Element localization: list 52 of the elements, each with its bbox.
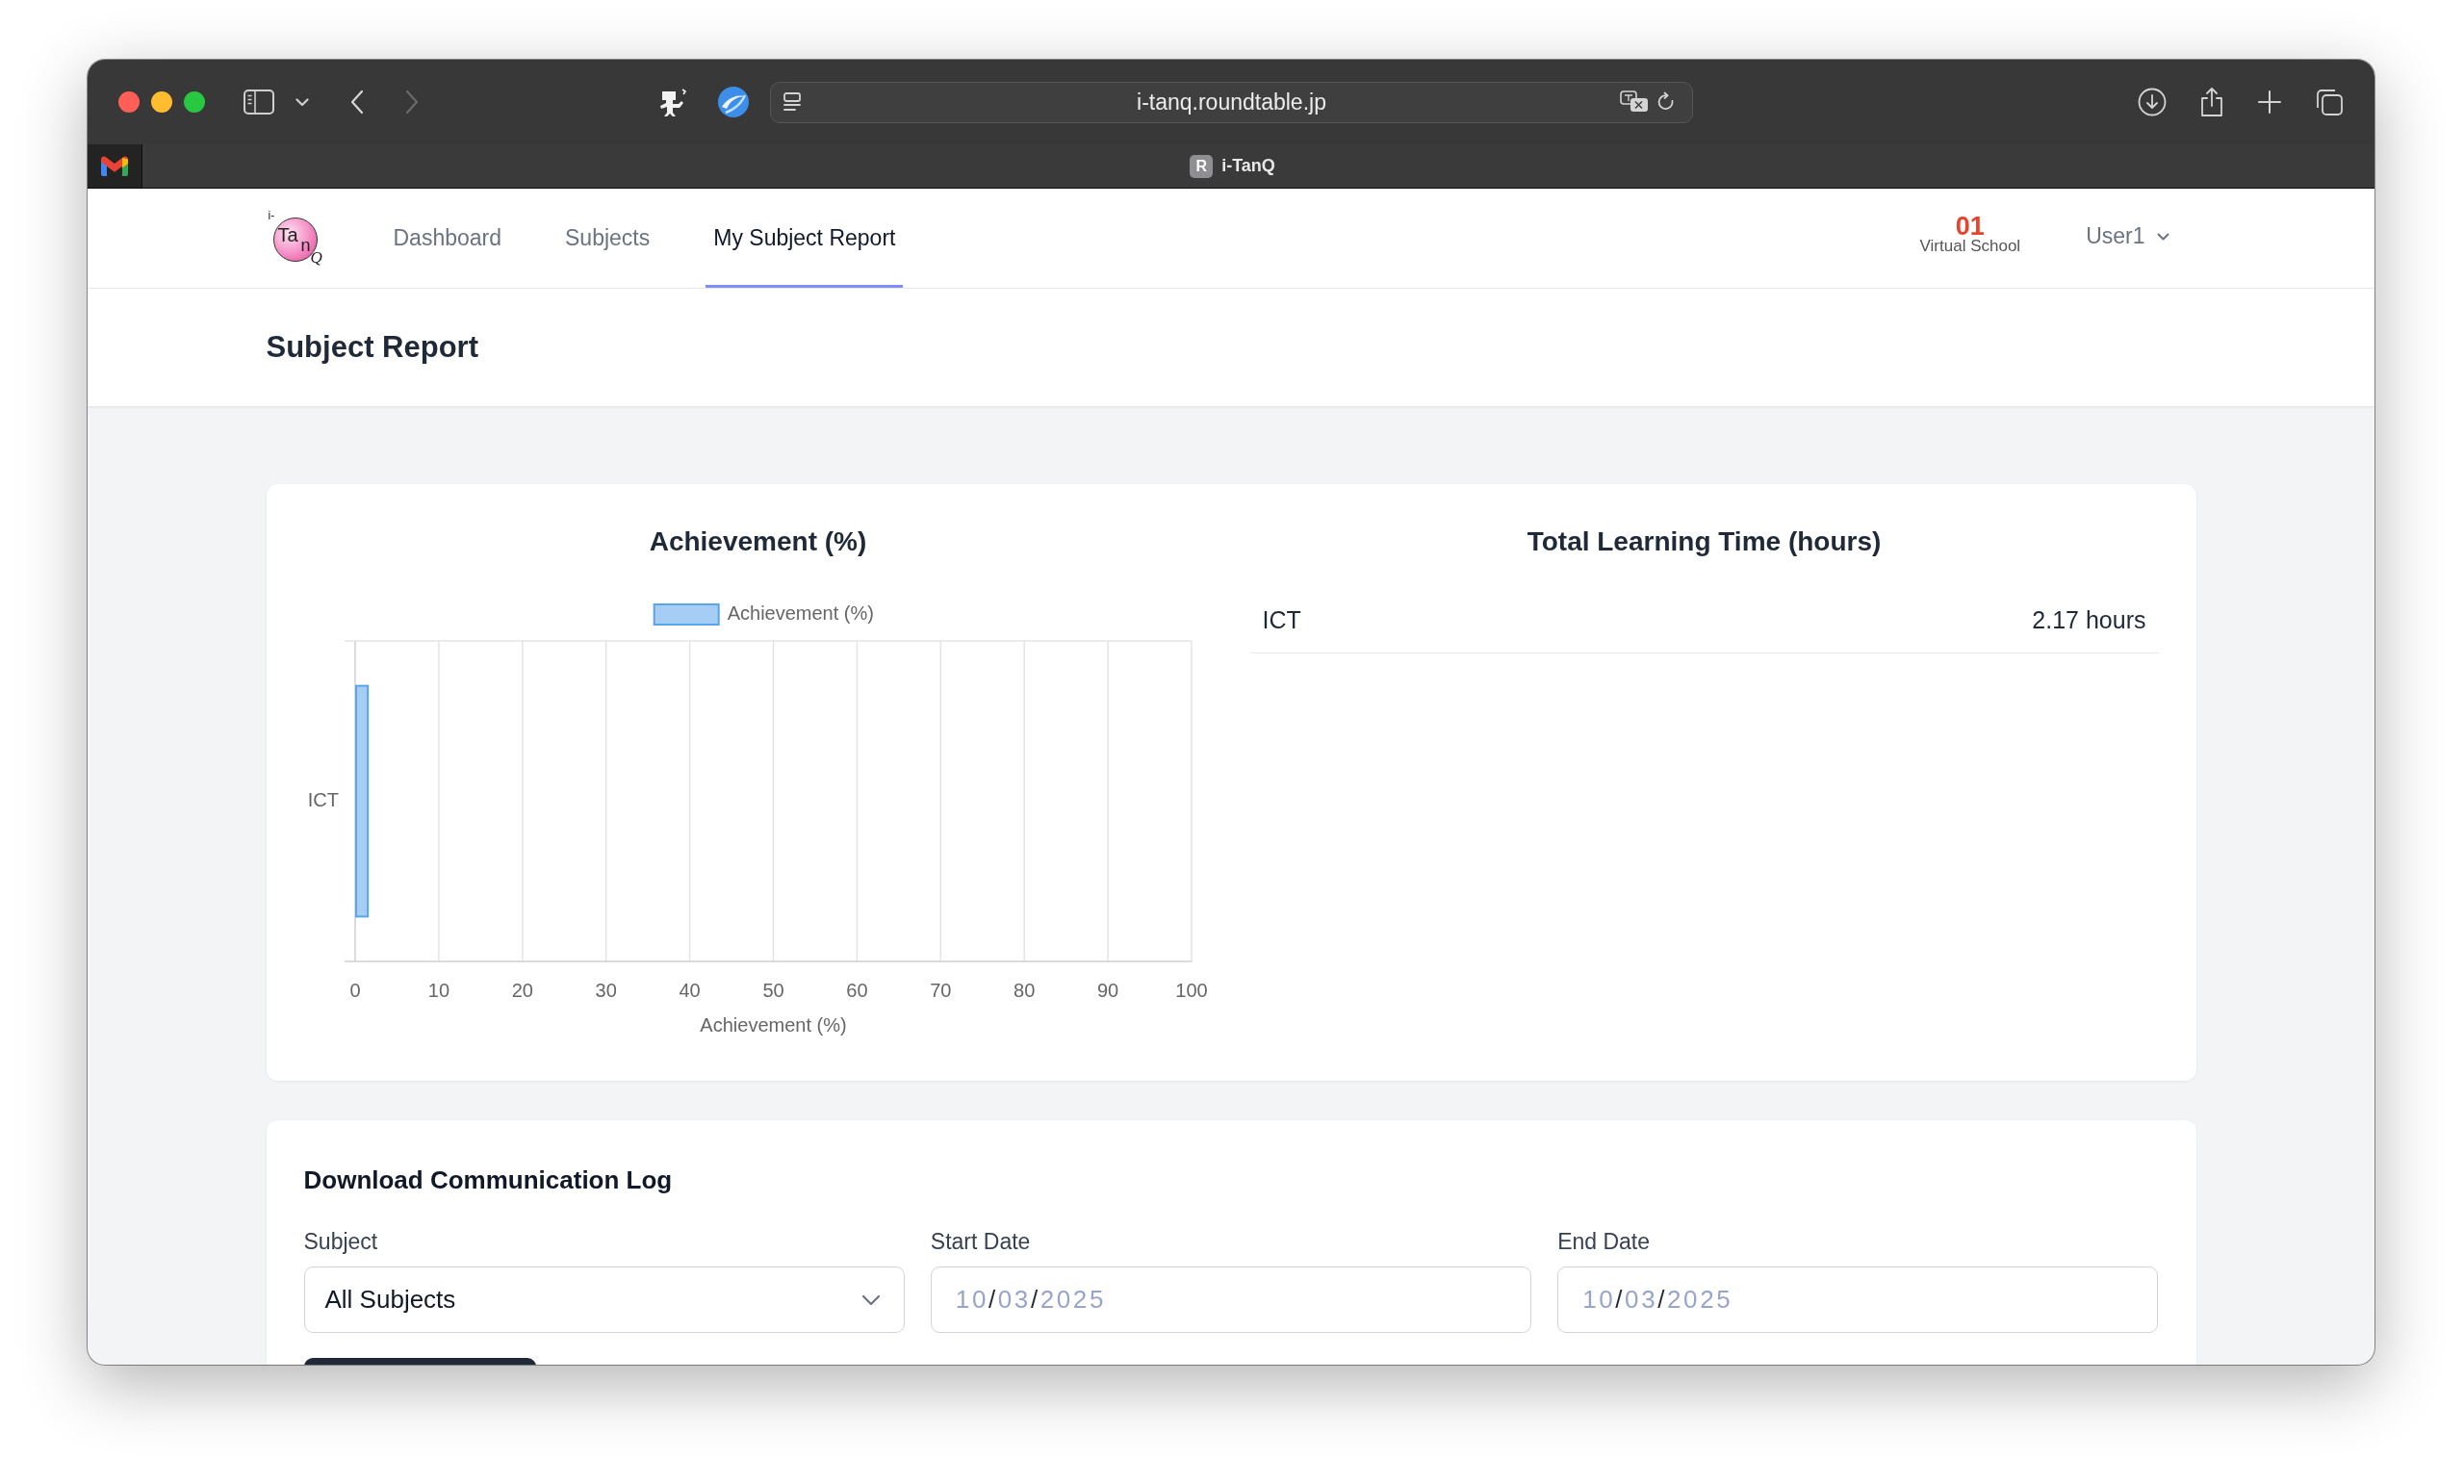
pinned-tab[interactable] <box>88 144 142 188</box>
tabs-overview-icon[interactable] <box>2315 88 2344 116</box>
sidebar-icon[interactable] <box>244 90 274 115</box>
nav-link[interactable]: Dashboard <box>385 189 510 288</box>
tick-label: 20 <box>511 980 533 1002</box>
school-number: 01 <box>1955 214 1985 238</box>
field-label: Subject <box>303 1228 379 1255</box>
tick-label: 90 <box>1096 980 1118 1002</box>
chevron-down-icon <box>860 1293 881 1306</box>
field-label: Start Date <box>930 1228 1032 1255</box>
nav-link[interactable]: Subjects <box>557 189 658 288</box>
plus-icon[interactable] <box>2257 90 2282 115</box>
back-icon[interactable] <box>349 90 365 115</box>
window-minimize-icon[interactable] <box>151 91 172 113</box>
page-lines-icon[interactable] <box>782 91 803 113</box>
window-close-icon[interactable] <box>118 91 140 113</box>
m-logo-icon <box>101 156 128 176</box>
tick-label: 80 <box>1013 980 1035 1002</box>
chevron-down-icon <box>2156 232 2169 241</box>
tick-label: 100 <box>1174 980 1208 1002</box>
category-label: ICT <box>307 788 339 810</box>
chart-title: Achievement (%) <box>648 525 868 558</box>
favicon: R <box>1190 154 1214 178</box>
date-field[interactable]: 10/03/2025 <box>1557 1267 2159 1333</box>
address-field[interactable]: i-tanq.roundtable.jp <box>770 81 1693 123</box>
page-title: Subject Report <box>266 328 478 366</box>
hours-value: 2.17 hours <box>2032 605 2146 636</box>
tick-label: 40 <box>678 980 701 1002</box>
user-menu[interactable]: User1 <box>2086 219 2169 253</box>
section-title: Download Communication Log <box>303 1164 674 1195</box>
school-name: Virtual School <box>1919 237 2021 255</box>
field-label: End Date <box>1557 1228 1652 1255</box>
share-icon[interactable] <box>2199 87 2224 117</box>
date-field[interactable]: 10/03/2025 <box>930 1267 1532 1333</box>
subject-name: ICT <box>1262 605 1301 636</box>
translate-icon[interactable] <box>1620 90 1649 114</box>
orb-icon[interactable] <box>717 86 750 118</box>
panel-title: Total Learning Time (hours) <box>1526 525 1883 558</box>
reload-icon[interactable] <box>1656 91 1676 113</box>
tick-label: 70 <box>929 980 951 1002</box>
axis-title: Achievement (%) <box>699 1014 847 1036</box>
tick-label: 10 <box>427 980 449 1002</box>
chevron-down-icon[interactable] <box>295 97 309 107</box>
tick-label: 0 <box>348 980 361 1002</box>
tick-label: 30 <box>595 980 617 1002</box>
tick-label: 50 <box>761 980 784 1002</box>
browser-tab[interactable]: R i-TanQ <box>142 144 2374 188</box>
subject-select[interactable]: All Subjects <box>303 1267 905 1333</box>
window-zoom-icon[interactable] <box>184 91 205 113</box>
legend-label: Achievement (%) <box>727 602 874 625</box>
tick-label: 60 <box>845 980 868 1002</box>
download-icon[interactable] <box>2138 88 2167 116</box>
